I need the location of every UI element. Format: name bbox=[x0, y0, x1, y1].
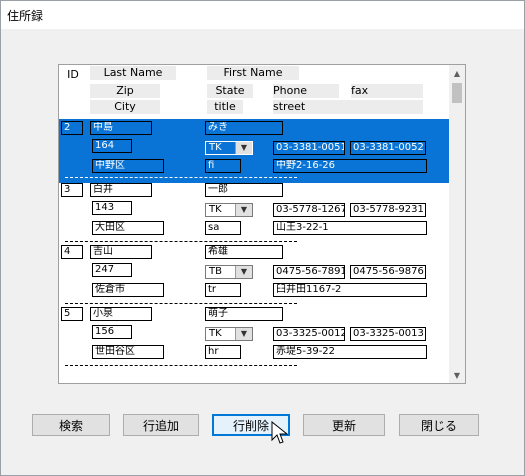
header-street: street bbox=[273, 100, 423, 114]
state-value: TK bbox=[209, 328, 222, 339]
header-first-name: First Name bbox=[207, 66, 299, 80]
title-field[interactable]: sa bbox=[205, 221, 241, 235]
state-combo[interactable]: TK ▼ bbox=[205, 327, 253, 341]
header-zip: Zip bbox=[90, 84, 160, 98]
title-field[interactable]: fi bbox=[205, 159, 241, 173]
vertical-scrollbar[interactable]: ▲ ▼ bbox=[449, 65, 465, 383]
chevron-down-icon[interactable]: ▼ bbox=[235, 204, 252, 216]
window-title: 住所録 bbox=[7, 8, 44, 23]
update-button[interactable]: 更新 bbox=[303, 414, 385, 436]
first-name-field[interactable]: 一郎 bbox=[205, 183, 283, 197]
city-field[interactable]: 佐倉市 bbox=[92, 283, 164, 297]
address-book-window: 住所録 ID Last Name First Name Zip State Ph… bbox=[0, 0, 525, 476]
zip-field[interactable]: 156 bbox=[92, 325, 132, 339]
state-combo[interactable]: TK ▼ bbox=[205, 141, 253, 155]
header-title: title bbox=[207, 100, 243, 114]
city-field[interactable]: 世田谷区 bbox=[92, 345, 164, 359]
header-phone: Phone bbox=[273, 84, 339, 98]
phone-field[interactable]: 03-3381-0051 bbox=[273, 141, 345, 155]
record-row[interactable]: 3 白井 一郎 143 TK ▼ 03-5778-1267 03-5778-92… bbox=[59, 183, 449, 247]
last-name-field[interactable]: 中島 bbox=[90, 121, 152, 135]
zip-field[interactable]: 247 bbox=[92, 263, 132, 277]
record-row[interactable]: 2 中島 みき 164 TK ▼ 03-3381-0051 03-3381-00… bbox=[59, 119, 449, 183]
last-name-field[interactable]: 白井 bbox=[90, 183, 152, 197]
fax-field[interactable]: 0475-56-9876 bbox=[350, 265, 426, 279]
id-field[interactable]: 2 bbox=[61, 121, 83, 135]
scroll-up-icon[interactable]: ▲ bbox=[449, 65, 465, 81]
record-row[interactable]: 4 吉山 希雄 247 TB ▼ 0475-56-7891 0475-56-98… bbox=[59, 245, 449, 309]
city-field[interactable]: 大田区 bbox=[92, 221, 164, 235]
close-button[interactable]: 閉じる bbox=[399, 414, 479, 436]
city-field[interactable]: 中野区 bbox=[92, 159, 164, 173]
last-name-field[interactable]: 吉山 bbox=[90, 245, 152, 259]
header-state: State bbox=[207, 84, 253, 98]
mouse-pointer-icon bbox=[271, 421, 289, 444]
record-separator bbox=[65, 241, 297, 242]
header-fax: fax bbox=[351, 84, 423, 98]
fax-field[interactable]: 03-5778-9231 bbox=[350, 203, 426, 217]
state-value: TK bbox=[209, 142, 222, 153]
zip-field[interactable]: 164 bbox=[92, 139, 132, 153]
title-bar: 住所録 bbox=[1, 1, 524, 29]
id-field[interactable]: 4 bbox=[61, 245, 83, 259]
street-field[interactable]: 中野2-16-26 bbox=[273, 159, 427, 173]
chevron-down-icon[interactable]: ▼ bbox=[235, 328, 252, 340]
street-field[interactable]: 山王3-22-1 bbox=[273, 221, 427, 235]
scroll-down-icon[interactable]: ▼ bbox=[449, 367, 465, 383]
state-value: TB bbox=[209, 266, 222, 277]
phone-field[interactable]: 03-5778-1267 bbox=[273, 203, 345, 217]
first-name-field[interactable]: 萌子 bbox=[205, 307, 283, 321]
id-field[interactable]: 5 bbox=[61, 307, 83, 321]
title-field[interactable]: tr bbox=[205, 283, 241, 297]
record-separator bbox=[65, 365, 297, 366]
state-value: TK bbox=[209, 204, 222, 215]
state-combo[interactable]: TB ▼ bbox=[205, 265, 253, 279]
fax-field[interactable]: 03-3325-0013 bbox=[350, 327, 426, 341]
zip-field[interactable]: 143 bbox=[92, 201, 132, 215]
street-field[interactable]: 臼井田1167-2 bbox=[273, 283, 427, 297]
first-name-field[interactable]: みき bbox=[205, 121, 283, 135]
header-city: City bbox=[90, 100, 160, 114]
records-panel[interactable]: ID Last Name First Name Zip State Phone … bbox=[58, 64, 466, 384]
id-field[interactable]: 3 bbox=[61, 183, 83, 197]
title-field[interactable]: hr bbox=[205, 345, 241, 359]
add-row-button[interactable]: 行追加 bbox=[123, 414, 199, 436]
search-button[interactable]: 検索 bbox=[32, 414, 110, 436]
state-combo[interactable]: TK ▼ bbox=[205, 203, 253, 217]
phone-field[interactable]: 0475-56-7891 bbox=[273, 265, 345, 279]
phone-field[interactable]: 03-3325-0012 bbox=[273, 327, 345, 341]
chevron-down-icon[interactable]: ▼ bbox=[235, 266, 252, 278]
first-name-field[interactable]: 希雄 bbox=[205, 245, 283, 259]
last-name-field[interactable]: 小泉 bbox=[90, 307, 152, 321]
record-separator bbox=[65, 177, 297, 178]
street-field[interactable]: 赤堤5-39-22 bbox=[273, 345, 427, 359]
scroll-thumb[interactable] bbox=[452, 83, 462, 103]
header-last-name: Last Name bbox=[90, 66, 176, 80]
chevron-down-icon[interactable]: ▼ bbox=[235, 142, 252, 154]
fax-field[interactable]: 03-3381-0052 bbox=[350, 141, 426, 155]
header-id: ID bbox=[67, 68, 79, 81]
record-row[interactable]: 5 小泉 萌子 156 TK ▼ 03-3325-0012 03-3325-00… bbox=[59, 307, 449, 371]
record-separator bbox=[65, 303, 297, 304]
